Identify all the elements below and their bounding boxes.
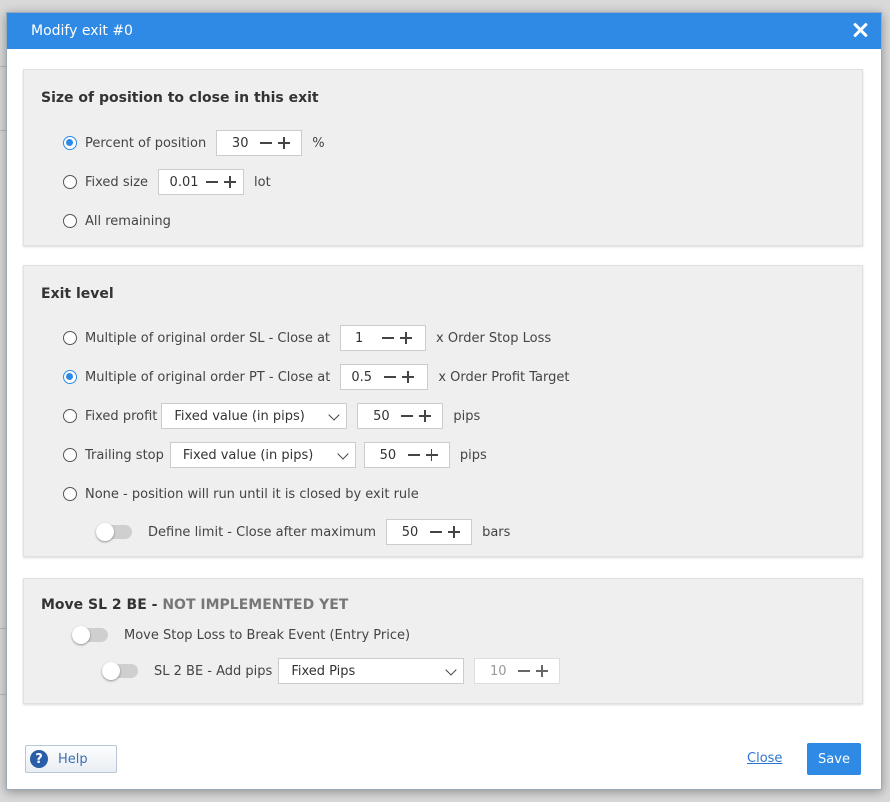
save-button[interactable]: Save <box>807 743 861 775</box>
size-section-title: Size of position to close in this exit <box>41 90 319 106</box>
move-sl-be-title-main: Move SL 2 BE - <box>41 597 163 613</box>
trailing-stop-radio[interactable] <box>63 448 77 462</box>
not-implemented-label: NOT IMPLEMENTED YET <box>162 597 349 613</box>
fixed-profit-label: Fixed profit <box>85 408 158 424</box>
define-limit-label: Define limit - Close after maximum <box>148 524 377 540</box>
modify-exit-dialog: Modify exit #0 Size of position to close… <box>6 12 882 790</box>
none-label: None - position will run until it is clo… <box>85 486 419 502</box>
move-sl-be-section: Move SL 2 BE - NOT IMPLEMENTED YET Move … <box>23 578 863 704</box>
exit-level-title: Exit level <box>41 286 114 302</box>
plus-icon[interactable] <box>401 369 415 385</box>
fixed-profit-select[interactable]: Fixed value (in pips) <box>161 403 348 429</box>
percent-option: Percent of position 30 % <box>63 130 325 156</box>
chevron-down-icon <box>328 409 341 421</box>
help-button[interactable]: ? Help <box>25 745 117 773</box>
fixed-size-radio[interactable] <box>63 175 77 189</box>
pt-multiple-value[interactable]: 0.5 <box>349 370 379 385</box>
dialog-title: Modify exit #0 <box>31 23 133 39</box>
trailing-stop-select-value: Fixed value (in pips) <box>182 447 314 463</box>
fixed-profit-option: Fixed profit Fixed value (in pips) 50 pi… <box>63 403 480 429</box>
none-radio[interactable] <box>63 487 77 501</box>
close-icon[interactable] <box>849 19 871 41</box>
fixed-profit-select-value: Fixed value (in pips) <box>174 408 305 424</box>
define-limit-value[interactable]: 50 <box>395 525 425 540</box>
fixed-profit-radio[interactable] <box>63 409 77 423</box>
pt-multiple-label: Multiple of original order PT - Close at <box>85 369 331 385</box>
dialog-titlebar: Modify exit #0 <box>7 13 881 49</box>
pt-multiple-option: Multiple of original order PT - Close at… <box>63 364 569 390</box>
plus-icon[interactable] <box>399 330 413 346</box>
pt-multiple-radio[interactable] <box>63 370 77 384</box>
all-remaining-radio[interactable] <box>63 214 77 228</box>
fixed-size-label: Fixed size <box>85 174 149 190</box>
chevron-down-icon <box>445 664 457 676</box>
exit-level-section: Exit level Multiple of original order SL… <box>23 265 863 557</box>
plus-icon[interactable] <box>223 174 237 190</box>
all-remaining-option: All remaining <box>63 208 171 234</box>
define-limit-toggle[interactable] <box>96 523 132 541</box>
define-limit-stepper[interactable]: 50 <box>386 519 473 545</box>
add-pips-row: SL 2 BE - Add pips Fixed Pips 10 <box>102 658 570 684</box>
minus-icon[interactable] <box>517 663 531 679</box>
fixed-size-stepper[interactable]: 0.01 <box>158 169 245 195</box>
percent-stepper[interactable]: 30 <box>216 130 303 156</box>
percent-label: Percent of position <box>85 135 207 151</box>
sl-multiple-value[interactable]: 1 <box>349 331 377 346</box>
move-sl-be-title: Move SL 2 BE - NOT IMPLEMENTED YET <box>41 597 348 613</box>
minus-icon[interactable] <box>429 524 443 540</box>
move-sl-row: Move Stop Loss to Break Event (Entry Pri… <box>72 622 411 648</box>
sl-multiple-suffix: x Order Stop Loss <box>436 330 552 346</box>
minus-icon[interactable] <box>383 369 397 385</box>
percent-radio[interactable] <box>63 136 77 150</box>
add-pips-label: SL 2 BE - Add pips <box>154 663 273 679</box>
move-sl-label: Move Stop Loss to Break Event (Entry Pri… <box>124 627 411 643</box>
sl-multiple-stepper[interactable]: 1 <box>340 325 427 351</box>
sl-multiple-option: Multiple of original order SL - Close at… <box>63 325 551 351</box>
define-limit-row: Define limit - Close after maximum 50 ba… <box>96 519 511 545</box>
add-pips-stepper[interactable]: 10 <box>474 658 561 684</box>
fixed-size-unit: lot <box>254 174 271 190</box>
sl-multiple-radio[interactable] <box>63 331 77 345</box>
pt-multiple-suffix: x Order Profit Target <box>438 369 570 385</box>
fixed-size-value[interactable]: 0.01 <box>167 175 201 190</box>
minus-icon[interactable] <box>381 330 395 346</box>
plus-icon[interactable] <box>447 524 461 540</box>
trailing-stop-option: Trailing stop Fixed value (in pips) 50 p… <box>63 442 487 468</box>
close-link[interactable]: Close <box>747 751 782 766</box>
percent-unit: % <box>312 135 325 151</box>
add-pips-value[interactable]: 10 <box>483 664 513 679</box>
plus-icon[interactable] <box>535 663 549 679</box>
fixed-profit-stepper[interactable]: 50 <box>357 403 444 429</box>
move-sl-toggle[interactable] <box>72 626 108 644</box>
plus-icon[interactable] <box>425 447 439 463</box>
minus-icon[interactable] <box>407 447 421 463</box>
add-pips-select-value: Fixed Pips <box>291 663 356 679</box>
sl-multiple-label: Multiple of original order SL - Close at <box>85 330 331 346</box>
trailing-stop-label: Trailing stop <box>85 447 164 463</box>
chevron-down-icon <box>337 448 349 460</box>
define-limit-unit: bars <box>482 524 511 540</box>
minus-icon[interactable] <box>400 408 414 424</box>
trailing-stop-value[interactable]: 50 <box>373 448 403 463</box>
fixed-size-option: Fixed size 0.01 lot <box>63 169 271 195</box>
help-label: Help <box>58 751 88 767</box>
size-section: Size of position to close in this exit P… <box>23 69 863 246</box>
fixed-profit-unit: pips <box>453 408 481 424</box>
question-icon: ? <box>30 750 48 768</box>
plus-icon[interactable] <box>418 408 432 424</box>
add-pips-select[interactable]: Fixed Pips <box>278 658 465 684</box>
add-pips-toggle[interactable] <box>102 662 138 680</box>
percent-value[interactable]: 30 <box>225 136 255 151</box>
fixed-profit-value[interactable]: 50 <box>366 409 396 424</box>
minus-icon[interactable] <box>259 135 273 151</box>
trailing-stop-select[interactable]: Fixed value (in pips) <box>169 442 356 468</box>
plus-icon[interactable] <box>277 135 291 151</box>
minus-icon[interactable] <box>205 174 219 190</box>
pt-multiple-stepper[interactable]: 0.5 <box>340 364 429 390</box>
all-remaining-label: All remaining <box>85 213 171 229</box>
trailing-stop-unit: pips <box>459 447 487 463</box>
none-option: None - position will run until it is clo… <box>63 481 419 507</box>
trailing-stop-stepper[interactable]: 50 <box>363 442 450 468</box>
